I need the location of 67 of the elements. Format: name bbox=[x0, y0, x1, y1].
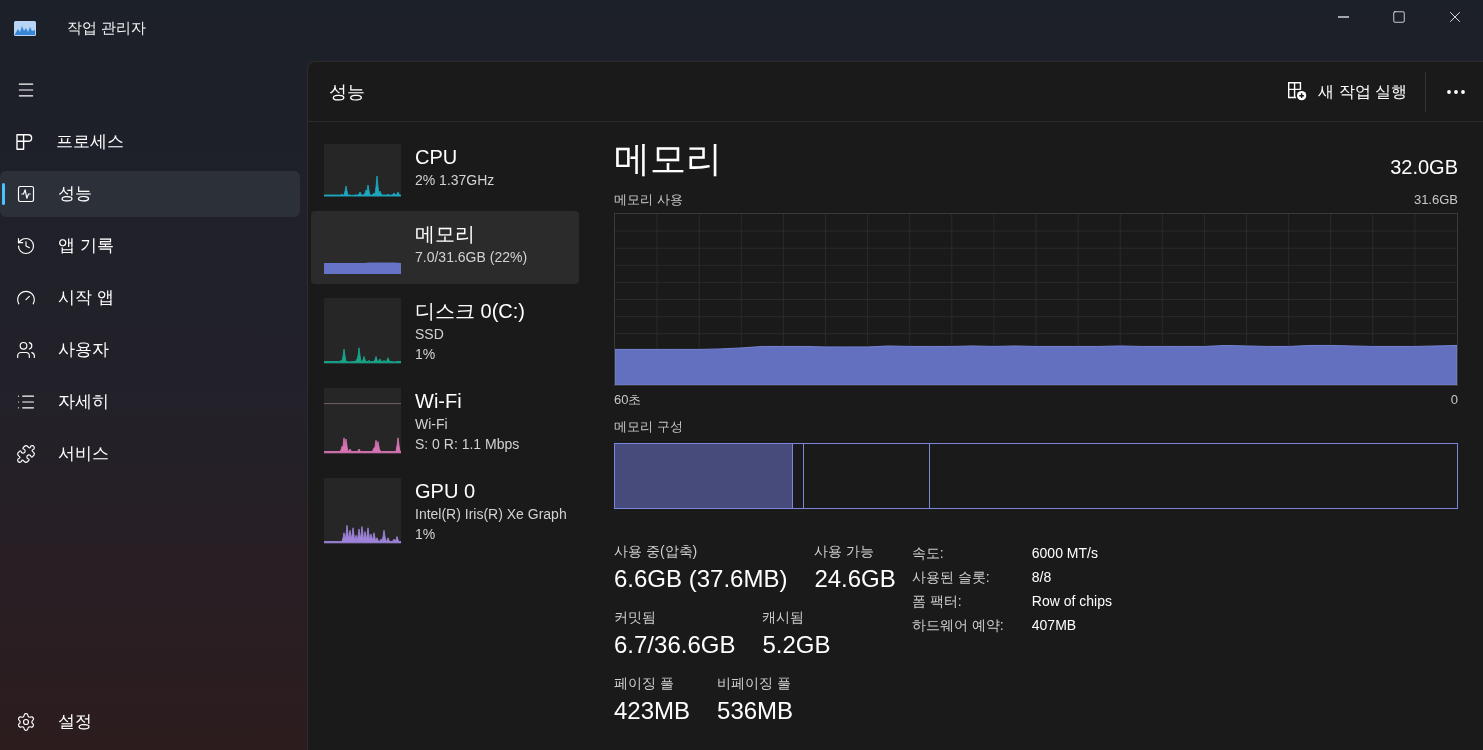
stat-label: 사용 중(압축) bbox=[614, 542, 699, 561]
new-task-icon bbox=[1288, 82, 1308, 101]
sidebar-item[interactable]: 사용자 bbox=[0, 327, 300, 373]
spec-label: 하드웨어 예약: bbox=[911, 616, 1005, 635]
stat-value: 6.7/36.6GB bbox=[614, 630, 736, 660]
sidebar-item[interactable]: 시작 앱 bbox=[0, 275, 300, 321]
sidebar-item[interactable]: 자세히 bbox=[0, 379, 300, 425]
perf-item-detail: 7.0/31.6GB (22%) bbox=[415, 248, 528, 267]
axis-label: 60초 bbox=[614, 391, 642, 409]
spec-value: 407MB bbox=[1031, 616, 1078, 635]
stat-label: 페이징 풀 bbox=[614, 674, 675, 693]
settings-icon bbox=[16, 712, 36, 732]
stat-label: 사용 가능 bbox=[814, 542, 876, 561]
perf-item[interactable]: 메모리 7.0/31.6GB (22%) bbox=[311, 211, 579, 284]
spec-value: 8/8 bbox=[1031, 568, 1053, 587]
grid-icon bbox=[16, 134, 34, 150]
window-title: 작업 관리자 bbox=[67, 18, 147, 38]
app-icon bbox=[14, 20, 36, 36]
maximize-icon bbox=[1392, 9, 1406, 24]
perf-item-detail: 2% 1.37GHz bbox=[415, 171, 495, 190]
spec-value: Row of chips bbox=[1031, 592, 1112, 611]
perf-item[interactable]: GPU 0 Intel(R) Iris(R) Xe Graph 1% bbox=[311, 468, 579, 554]
axis-label: 0 bbox=[1450, 391, 1458, 409]
spec-label: 속도: bbox=[911, 544, 945, 563]
perf-item-detail: SSD bbox=[415, 325, 445, 344]
settings-item[interactable]: 설정 bbox=[0, 699, 300, 745]
history-icon bbox=[16, 236, 36, 256]
perf-item-title: CPU bbox=[415, 145, 459, 170]
detail-title: 메모리 bbox=[614, 137, 722, 181]
sidebar-item[interactable]: 프로세스 bbox=[0, 119, 300, 165]
perf-item[interactable]: CPU 2% 1.37GHz bbox=[311, 134, 579, 207]
sidebar-item[interactable]: 성능 bbox=[0, 171, 300, 217]
perf-item-detail: Intel(R) Iris(R) Xe Graph bbox=[415, 505, 567, 524]
more-icon bbox=[1447, 89, 1465, 94]
perf-item-title: 메모리 bbox=[415, 222, 476, 247]
perf-item-detail: 1% bbox=[415, 345, 437, 364]
stat-value: 6.6GB (37.6MB) bbox=[614, 564, 788, 594]
perf-item-title: GPU 0 bbox=[415, 479, 477, 504]
minimize-icon bbox=[1337, 15, 1349, 18]
activity-icon bbox=[16, 184, 36, 204]
perf-item[interactable]: 디스크 0(C:) SSD 1% bbox=[311, 288, 579, 374]
stat-label: 커밋됨 bbox=[614, 608, 657, 627]
perf-item[interactable]: Wi-Fi Wi-Fi S: 0 R: 1.1 Mbps bbox=[311, 378, 579, 464]
perf-item-title: 디스크 0(C:) bbox=[415, 299, 525, 324]
stat-value: 5.2GB bbox=[762, 630, 831, 660]
perf-item-title: Wi-Fi bbox=[415, 389, 463, 414]
perf-item-detail: S: 0 R: 1.1 Mbps bbox=[415, 435, 520, 454]
stat-label: 캐시됨 bbox=[762, 608, 806, 627]
stat-value: 423MB bbox=[614, 696, 691, 726]
spec-label: 사용된 슬롯: bbox=[911, 568, 991, 587]
page-title: 성능 bbox=[329, 80, 365, 104]
stat-label: 비페이징 풀 bbox=[717, 674, 792, 693]
perf-item-detail: Wi-Fi bbox=[415, 415, 449, 434]
chart-max-label: 31.6GB bbox=[1413, 191, 1458, 209]
stat-value: 536MB bbox=[717, 696, 794, 726]
spec-label: 폼 팩터: bbox=[911, 592, 963, 611]
memory-total: 32.0GB bbox=[1390, 155, 1458, 180]
users-icon bbox=[16, 340, 36, 360]
section-label: 메모리 구성 bbox=[614, 418, 684, 436]
chart-label: 메모리 사용 bbox=[614, 191, 683, 209]
sidebar-item[interactable]: 앱 기록 bbox=[0, 223, 300, 269]
run-task-button[interactable]: 새 작업 실행 bbox=[1276, 71, 1419, 112]
sidebar-item[interactable]: 서비스 bbox=[0, 431, 300, 477]
spec-value: 6000 MT/s bbox=[1031, 544, 1099, 563]
perf-item-detail: 1% bbox=[415, 525, 437, 544]
puzzle-icon bbox=[16, 444, 36, 464]
stat-value: 24.6GB bbox=[814, 564, 896, 594]
